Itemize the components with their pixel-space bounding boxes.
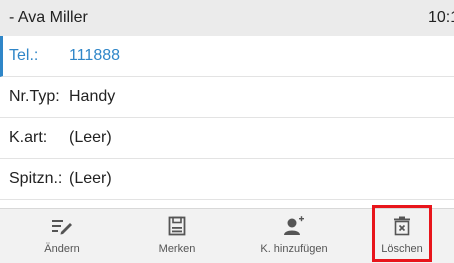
contact-title: - Ava Miller xyxy=(9,9,88,26)
nickname-label: Spitzn.: xyxy=(9,170,63,187)
contact-detail-list: Tel.: 111888 Nr.Typ: Handy K.art: (Leer)… xyxy=(0,36,454,200)
list-item-number-type[interactable]: Nr.Typ: Handy xyxy=(0,77,454,118)
list-item-nickname[interactable]: Spitzn.: (Leer) xyxy=(0,159,454,200)
save-button[interactable]: Merken xyxy=(137,209,217,263)
contact-type-label: K.art: xyxy=(9,129,48,146)
save-label: Merken xyxy=(158,243,196,255)
add-person-icon xyxy=(283,215,305,237)
edit-button[interactable]: Ändern xyxy=(22,209,102,263)
highlight-frame xyxy=(372,205,432,262)
edit-icon xyxy=(51,215,73,237)
number-type-value: Handy xyxy=(69,88,116,105)
title-bar: - Ava Miller 10:17 xyxy=(0,0,454,36)
add-contact-button[interactable]: K. hinzufügen xyxy=(254,209,334,263)
phone-value: 111888 xyxy=(69,47,121,64)
clock: 10:17 xyxy=(427,9,454,26)
number-type-label: Nr.Typ: xyxy=(9,88,60,105)
add-contact-label: K. hinzufügen xyxy=(260,243,328,255)
list-item-phone[interactable]: Tel.: 111888 xyxy=(0,36,454,77)
edit-label: Ändern xyxy=(44,243,80,255)
contact-type-value: (Leer) xyxy=(69,129,112,146)
list-item-contact-type[interactable]: K.art: (Leer) xyxy=(0,118,454,159)
phone-label: Tel.: xyxy=(9,47,39,64)
save-icon xyxy=(168,215,186,237)
nickname-value: (Leer) xyxy=(69,170,112,187)
